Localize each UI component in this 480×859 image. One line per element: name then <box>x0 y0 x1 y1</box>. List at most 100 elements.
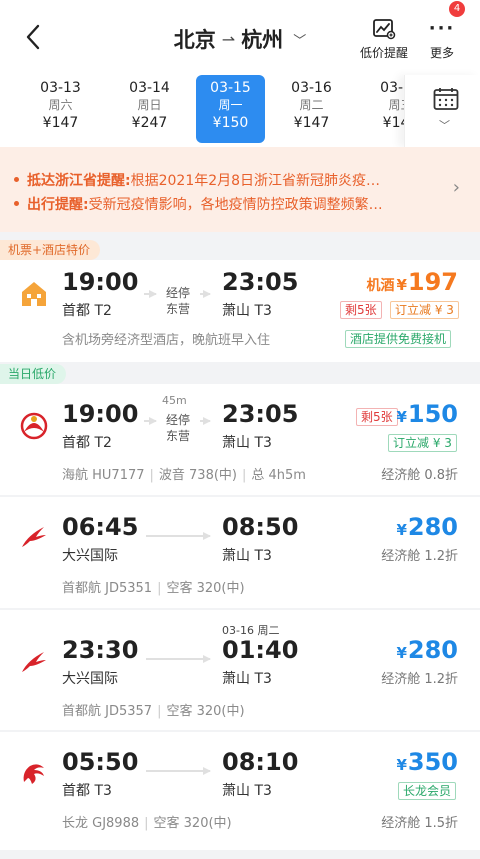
aircraft-type: 空客 320(中) <box>153 816 232 831</box>
currency-symbol: ¥ <box>396 521 407 539</box>
date-price: ¥147 <box>293 115 330 131</box>
arrival-airport: 萧山 T3 <box>222 671 272 687</box>
date-label: 03-14 <box>129 80 170 96</box>
route-line <box>146 532 211 540</box>
price-alert-button[interactable]: 低价提醒 <box>356 18 412 61</box>
notice-text: 受新冠疫情影响，各地疫情防控政策调整频繁… <box>88 197 383 213</box>
section-tag-daily-low: 当日低价 <box>0 364 67 384</box>
more-label: 更多 <box>429 46 454 60</box>
departure-time: 19:00 <box>62 268 139 296</box>
flight-price: ¥150 <box>396 400 458 428</box>
flight-price: ¥280 <box>396 513 458 541</box>
bullet-icon <box>14 201 19 206</box>
route-line-left <box>144 290 157 298</box>
travel-notice-banner[interactable]: 抵达浙江省提醒:根据2021年2月8日浙江省新冠肺炎疫… 出行提醒:受新冠疫情影… <box>0 147 480 232</box>
route-line-left <box>144 417 157 425</box>
airline-flight-number: 首都航 JD5357 <box>62 704 153 719</box>
free-pickup-tag: 酒店提供免费接机 <box>345 330 452 348</box>
weekday-label: 周六 <box>48 98 73 112</box>
calendar-button[interactable]: ﹀ <box>404 75 480 147</box>
departure-time: 06:45 <box>62 513 139 541</box>
departure-time: 05:50 <box>62 748 139 776</box>
date-item[interactable]: 03-16 周二 ¥147 <box>267 75 356 143</box>
discount-tag: 订立减 ¥ 3 <box>388 434 457 452</box>
package-price: 机酒 ¥197 <box>366 268 458 296</box>
hotel-description: 含机场旁经济型酒店，晚航班早入住 <box>62 333 271 348</box>
weekday-label: 周三 <box>388 98 404 112</box>
stop-label: 经停 <box>165 286 190 300</box>
bullet-icon <box>14 177 19 182</box>
flight-card[interactable]: 06:45 08:50 大兴国际 萧山 T3 ¥280 经济舱 1.2折 首都航… <box>0 497 480 608</box>
currency-symbol: ¥ <box>396 644 407 662</box>
departure-airport: 大兴国际 <box>62 671 118 687</box>
date-label: 03-15 <box>210 80 251 96</box>
arrival-time: 01:40 <box>222 636 299 664</box>
departure-time: 19:00 <box>62 400 139 428</box>
date-price: ¥147 <box>382 115 404 131</box>
price-prefix: 机酒 <box>366 278 395 294</box>
date-price: ¥247 <box>131 115 168 131</box>
notice-text: 根据2021年2月8日浙江省新冠肺炎疫… <box>130 173 381 189</box>
bottom-spacer <box>0 852 480 859</box>
date-price: ¥150 <box>212 115 249 131</box>
arrival-airport: 萧山 T3 <box>222 435 272 451</box>
chevron-down-icon: ﹀ <box>293 33 307 49</box>
arrival-time: 23:05 <box>222 268 299 296</box>
flight-card[interactable]: 03-16 周二 23:30 01:40 大兴国际 萧山 T3 ¥280 经济舱… <box>0 610 480 730</box>
route-arrow-icon: ⇀ <box>221 29 236 49</box>
origin-city: 北京 <box>173 28 216 52</box>
total-duration: 总 4h5m <box>251 468 306 483</box>
hainan-airlines-logo-icon <box>20 412 48 440</box>
price-alert-label: 低价提醒 <box>359 46 408 60</box>
stop-info: 经停 东营 <box>150 412 206 444</box>
flight-hotel-card[interactable]: 19:00 经停 东营 23:05 首都 T2 萧山 T3 机酒 ¥197 剩5张… <box>0 260 480 362</box>
flight-card[interactable]: 05:50 08:10 首都 T3 萧山 T3 ¥350 长龙会员 长龙 GJ8… <box>0 732 480 850</box>
currency-symbol: ¥ <box>396 408 407 426</box>
arrival-airport: 萧山 T3 <box>222 783 272 799</box>
departure-airport: 首都 T2 <box>62 435 112 451</box>
date-item[interactable]: 03-17 周三 ¥147 <box>356 75 404 143</box>
flight-details: 长龙 GJ8988 | 空客 320(中) <box>62 816 232 831</box>
stop-city: 东营 <box>165 302 190 316</box>
price-value: 150 <box>407 400 458 428</box>
price-value: 197 <box>407 268 458 296</box>
stop-label: 经停 <box>165 413 190 427</box>
departure-airport: 首都 T2 <box>62 303 112 319</box>
chevron-right-icon: › <box>452 177 460 198</box>
chevron-down-icon: ﹀ <box>439 119 450 132</box>
weekday-label: 周一 <box>218 98 243 112</box>
cabin-discount: 经济舱 1.5折 <box>381 816 458 831</box>
arrival-airport: 萧山 T3 <box>222 303 272 319</box>
aircraft-type: 波音 738(中) <box>158 468 237 483</box>
member-tag: 长龙会员 <box>398 782 457 800</box>
date-selector: 03-13 周六 ¥147 03-14 周日 ¥247 03-15 周一 ¥15… <box>0 75 480 147</box>
flight-card[interactable]: 19:00 45m 经停 东营 23:05 首都 T2 萧山 T3 剩5张 ¥1… <box>0 384 480 495</box>
airline-flight-number: 首都航 JD5351 <box>62 581 153 596</box>
date-item[interactable]: 03-14 周日 ¥247 <box>105 75 194 143</box>
date-item-selected[interactable]: 03-15 周一 ¥150 <box>196 75 265 143</box>
weekday-label: 周二 <box>299 98 324 112</box>
section-tag-flight-hotel: 机票+酒店特价 <box>0 240 101 260</box>
more-button[interactable]: ··· 更多 <box>420 18 464 61</box>
arrival-time: 08:50 <box>222 513 299 541</box>
date-price: ¥147 <box>42 115 79 131</box>
date-label: 03-17 <box>380 80 404 96</box>
arrival-time: 23:05 <box>222 400 299 428</box>
route-line-right <box>200 290 211 298</box>
flight-price: ¥350 <box>396 748 458 776</box>
stop-duration: 45m <box>162 394 187 407</box>
arrival-time: 08:10 <box>222 748 299 776</box>
arrival-airport: 萧山 T3 <box>222 548 272 564</box>
cabin-discount: 经济舱 1.2折 <box>381 549 458 564</box>
stop-city: 东营 <box>165 429 190 443</box>
notice-title: 抵达浙江省提醒: <box>27 173 131 189</box>
notice-item: 抵达浙江省提醒:根据2021年2月8日浙江省新冠肺炎疫… <box>10 169 440 193</box>
notice-title: 出行提醒: <box>27 197 89 213</box>
cabin-discount: 经济舱 0.8折 <box>381 468 458 483</box>
loong-air-logo-icon <box>23 764 44 784</box>
stop-info: 经停 东营 <box>150 285 206 317</box>
date-list[interactable]: 03-13 周六 ¥147 03-14 周日 ¥247 03-15 周一 ¥15… <box>16 75 404 147</box>
hotel-icon <box>22 282 46 306</box>
price-value: 280 <box>407 636 458 664</box>
date-item[interactable]: 03-13 周六 ¥147 <box>16 75 105 143</box>
